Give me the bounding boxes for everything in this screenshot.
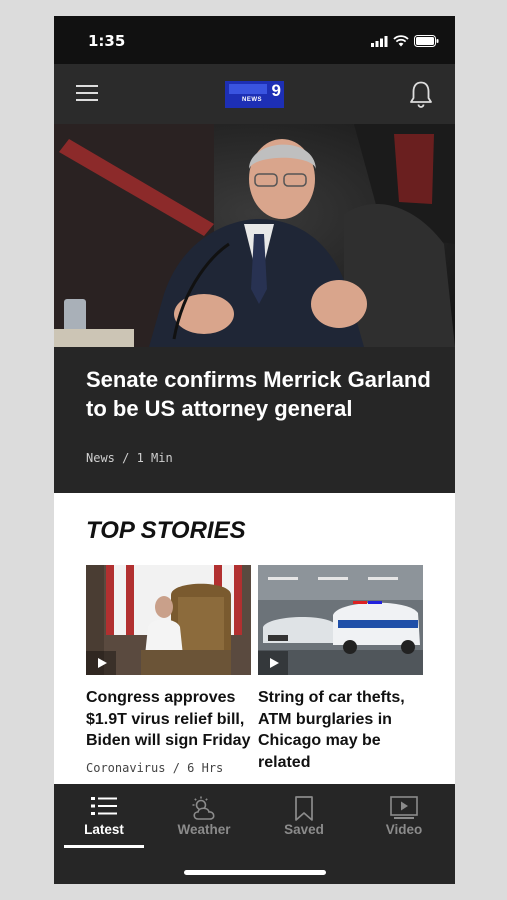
status-time: 1:35 [88, 32, 126, 50]
menu-button[interactable] [76, 82, 100, 104]
weather-icon [192, 796, 215, 820]
hamburger-icon [76, 85, 98, 87]
top-stories-section: TOP STORIES Congress approves $1.9T viru… [54, 493, 455, 784]
home-indicator[interactable] [184, 870, 326, 875]
notifications-button[interactable] [408, 80, 434, 108]
tab-video[interactable]: Video [354, 784, 454, 854]
video-play-icon [86, 651, 116, 675]
logo-subtext: NEWS [242, 97, 262, 103]
tab-label: Weather [177, 822, 231, 837]
active-tab-indicator [64, 845, 144, 848]
hero-story[interactable]: Senate confirms Merrick Garland to be US… [54, 347, 455, 493]
story-title[interactable]: String of car thefts, ATM burglaries in … [258, 687, 423, 773]
story-card[interactable]: Congress approves $1.9T virus relief bil… [86, 565, 251, 775]
tab-weather[interactable]: Weather [154, 784, 254, 854]
bottom-tab-bar: Latest Weather Saved Video [54, 784, 455, 884]
wifi-icon [393, 34, 409, 52]
list-icon [91, 797, 117, 815]
phone-screen: 1:35 9 NEWS Senate confirms Merrick Garl… [54, 16, 455, 884]
cellular-signal-icon [371, 34, 388, 52]
video-play-icon [390, 796, 418, 819]
video-play-icon [258, 651, 288, 675]
hero-photo [54, 124, 455, 347]
battery-icon [414, 34, 439, 52]
story-card[interactable]: String of car thefts, ATM burglaries in … [258, 565, 423, 773]
logo-number: 9 [271, 81, 281, 100]
tab-label: Latest [84, 822, 124, 837]
story-thumbnail[interactable] [258, 565, 423, 675]
hero-meta: News / 1 Min [86, 451, 173, 465]
story-thumbnail[interactable] [86, 565, 251, 675]
status-bar: 1:35 [54, 16, 455, 64]
brand-logo[interactable]: 9 NEWS [225, 81, 284, 108]
logo-mark [229, 84, 267, 94]
hero-story-image[interactable] [54, 124, 455, 347]
section-heading: TOP STORIES [86, 517, 246, 544]
bookmark-icon [295, 796, 313, 821]
tab-label: Saved [284, 822, 324, 837]
app-header: 9 NEWS [54, 64, 455, 124]
hero-headline[interactable]: Senate confirms Merrick Garland to be US… [86, 365, 431, 423]
bell-icon [410, 81, 432, 108]
tab-label: Video [385, 822, 423, 837]
story-meta: Coronavirus / 6 Hrs [86, 760, 224, 775]
status-icons [371, 34, 439, 52]
tab-latest[interactable]: Latest [54, 784, 154, 854]
tab-saved[interactable]: Saved [254, 784, 354, 854]
story-title[interactable]: Congress approves $1.9T virus relief bil… [86, 687, 251, 752]
